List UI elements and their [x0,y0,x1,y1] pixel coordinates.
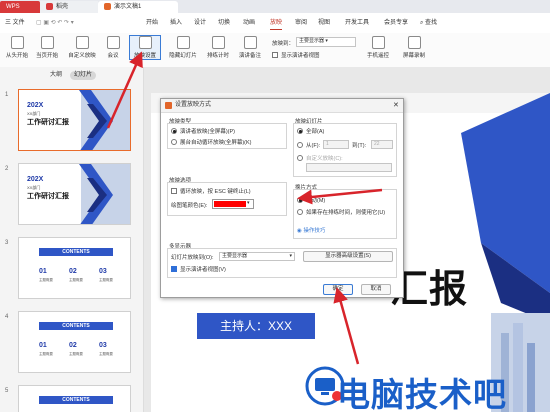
arrow-to-manual [297,188,383,205]
watermark-text: 电脑技术吧 [337,376,507,413]
annotation-arrows [106,51,383,365]
arrow-to-settings [106,51,143,129]
arrow-to-ok [333,287,360,365]
